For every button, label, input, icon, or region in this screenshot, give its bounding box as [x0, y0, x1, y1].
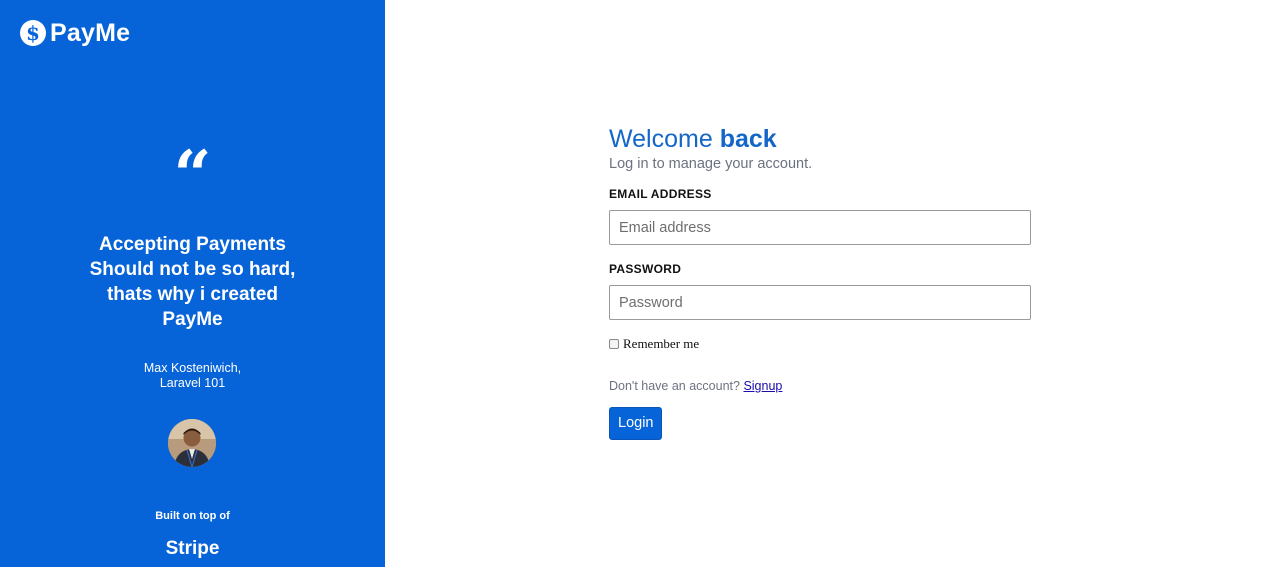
- signup-prompt: Don't have an account? Signup: [609, 379, 1032, 393]
- password-field[interactable]: [609, 285, 1031, 320]
- quote-mark-icon: “: [173, 136, 212, 214]
- signup-prompt-text: Don't have an account?: [609, 379, 740, 393]
- password-label: PASSWORD: [609, 262, 682, 276]
- brand-panel: $ PayMe “ Accepting Payments Should not …: [0, 0, 385, 567]
- remember-me-label: Remember me: [623, 336, 700, 351]
- page-title: Welcome back: [609, 124, 1032, 154]
- dollar-coin-icon: $: [20, 20, 46, 46]
- avatar-image: [168, 419, 216, 467]
- quote-line: thats why i created: [106, 284, 279, 305]
- email-label: EMAIL ADDRESS: [609, 187, 712, 201]
- remember-me[interactable]: Remember me: [609, 336, 1032, 352]
- email-field[interactable]: [609, 210, 1031, 245]
- brand-logo[interactable]: $ PayMe: [20, 19, 130, 47]
- login-panel: Welcome back Log in to manage your accou…: [385, 0, 1280, 567]
- author-name: Max Kosteniwich,: [143, 361, 242, 375]
- author-role: Laravel 101: [159, 376, 226, 390]
- testimonial-quote: Accepting Payments Should not be so hard…: [0, 232, 385, 332]
- login-button[interactable]: Login: [609, 407, 663, 440]
- quote-line: Accepting Payments: [99, 234, 286, 255]
- title-bold: back: [719, 125, 777, 153]
- built-on-label: Built on top of: [155, 510, 230, 522]
- platform-name: Stripe: [165, 538, 220, 559]
- login-form: Welcome back Log in to manage your accou…: [609, 124, 1032, 440]
- quote-line: Should not be so hard,: [89, 259, 296, 280]
- brand-name: PayMe: [50, 18, 131, 47]
- testimonial-author: Max Kosteniwich, Laravel 101: [0, 361, 385, 391]
- quote-line: PayMe: [162, 309, 223, 330]
- title-regular: Welcome: [609, 125, 720, 153]
- login-page: $ PayMe “ Accepting Payments Should not …: [0, 0, 1280, 567]
- signup-link[interactable]: Signup: [743, 379, 782, 393]
- avatar: [168, 419, 216, 467]
- page-subtitle: Log in to manage your account.: [609, 156, 813, 172]
- remember-me-checkbox[interactable]: [609, 339, 619, 349]
